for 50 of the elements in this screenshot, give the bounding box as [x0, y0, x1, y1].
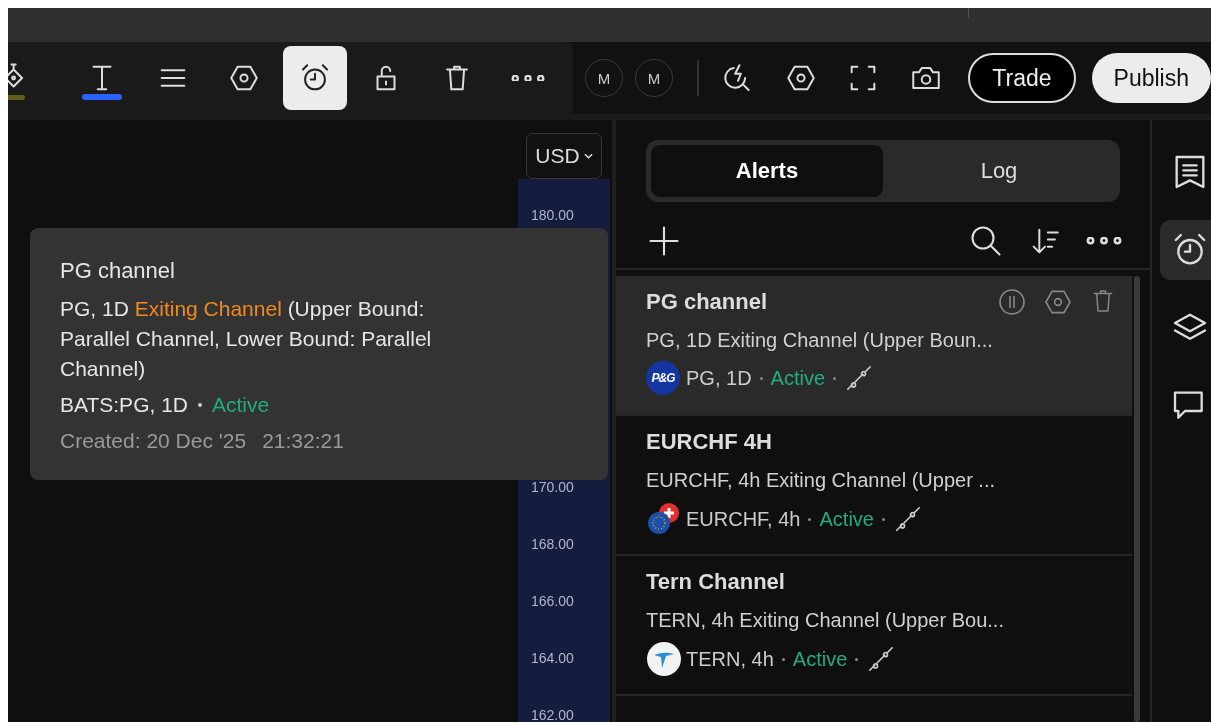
price-label: 170.00: [531, 478, 574, 495]
scrollbar[interactable]: [1134, 276, 1140, 722]
trade-button[interactable]: Trade: [968, 53, 1076, 103]
separator-dot: [759, 376, 763, 380]
price-label: 168.00: [531, 535, 574, 552]
alert-status: Active: [770, 366, 826, 390]
tab[interactable]: Alerts: [651, 145, 883, 197]
separator-dot: [833, 376, 837, 380]
price-label: 180.00: [531, 207, 574, 223]
alarm-clock-icon[interactable]: [1160, 220, 1211, 280]
caret-icon: [583, 153, 593, 159]
alert-status: Active: [792, 647, 848, 671]
publish-button[interactable]: Publish: [1091, 53, 1211, 103]
alert-symbol: EURCHF, 4h: [686, 507, 801, 531]
alert-description: EURCHF, 4h Exiting Channel (Upper ...: [646, 468, 997, 493]
search-icon[interactable]: [968, 223, 1004, 259]
more-icon[interactable]: [1086, 237, 1122, 245]
more-icon: [511, 74, 545, 82]
alert-title: PG channel: [646, 289, 768, 315]
tooltip-title: PG channel: [60, 257, 176, 285]
pause-icon[interactable]: [996, 286, 1028, 318]
alert-symbol: TERN, 4h: [686, 647, 774, 671]
alert-item[interactable]: PG channel PG, 1D Exiting Channel (Upper Boun... P&G PG, 1D Active: [616, 276, 1132, 416]
alert-title: Tern Channel: [646, 569, 785, 595]
tab[interactable]: Log: [883, 145, 1115, 197]
price-label: 162.00: [531, 706, 574, 722]
price-label: 166.00: [531, 592, 574, 609]
tooltip-created-time: 21:32:21: [262, 428, 344, 454]
flags-logo-icon: [646, 501, 682, 537]
tooltip-status: Active: [212, 392, 270, 418]
alert-description: PG, 1D Exiting Channel (Upper Boun...: [646, 328, 994, 353]
currency-dropdown[interactable]: USD: [526, 133, 602, 179]
alert-description: TERN, 4h Exiting Channel (Upper Bou...: [646, 608, 1005, 633]
symbol-logo: P&G: [646, 361, 680, 395]
separator-dot: [781, 657, 785, 661]
bird-logo-icon: [646, 641, 682, 677]
separator-dot: [808, 517, 812, 521]
alert-title: EURCHF 4H: [646, 429, 772, 455]
alert-status: Active: [819, 507, 874, 531]
tooltip-created-date: Created: 20 Dec '25: [60, 428, 247, 454]
tooltip-symbol: BATS:PG, 1D: [60, 392, 188, 418]
separator-dot: [198, 403, 202, 407]
tool-button[interactable]: [283, 46, 347, 110]
alert-symbol: PG, 1D: [686, 366, 752, 390]
tooltip-description: PG, 1D Exiting Channel (Upper Bound: Parallel Channel, Lower Bound: Parallel Channel): [60, 296, 433, 382]
alert-item[interactable]: Tern Channel TERN, 4h Exiting Channel (Upper Bou... TERN, 4h Active: [616, 556, 1132, 696]
alert-item[interactable]: EURCHF 4H EURCHF, 4h Exiting Channel (Upper ... EURCHF, 4h Active: [616, 416, 1132, 556]
separator-dot: [881, 517, 885, 521]
separator-dot: [855, 657, 859, 661]
price-label: 164.00: [531, 649, 574, 666]
